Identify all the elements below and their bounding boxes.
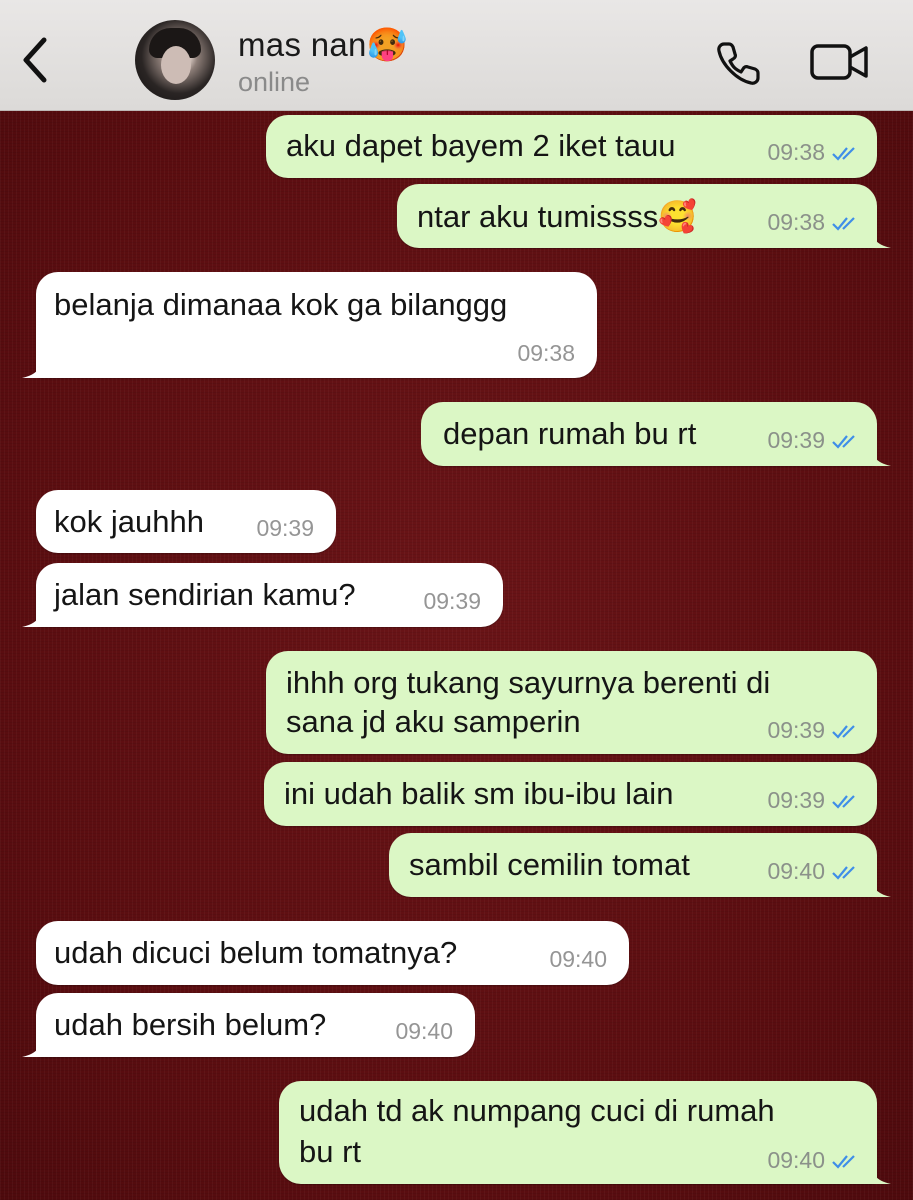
outgoing-message[interactable]: ihhh org tukang sayurnya berenti di sana… [266,651,877,754]
message-meta: 09:39 [256,515,314,542]
message-meta: 09:39 [767,787,861,814]
message-text: udah bersih belum? [54,1007,327,1042]
message-text: ini udah balik sm ibu-ibu lain [284,776,674,811]
avatar[interactable] [135,20,215,100]
message-text: jalan sendirian kamu? [54,577,356,612]
message-meta: 09:38 [767,139,861,166]
message-time: 09:39 [767,427,825,453]
message-time: 09:38 [767,139,825,165]
outgoing-message[interactable]: sambil cemilin tomat 09:40 [389,833,891,897]
bubble-tail [869,875,891,897]
bubble-tail [22,356,44,378]
message-text: aku dapet bayem 2 iket tauu [286,128,676,163]
message-meta: 09:39 [767,717,861,744]
message-time: 09:38 [767,209,825,235]
double-check-icon [832,865,855,880]
message-meta: 09:38 [517,340,575,367]
double-check-icon [832,146,855,161]
message-meta: 09:40 [549,946,607,973]
bubble-tail [869,1162,891,1184]
message-text: depan rumah bu rt [443,416,697,451]
message-meta: 09:40 [767,858,861,885]
bubble-tail [869,226,891,248]
chat-header: mas nan🥵 online [0,0,913,111]
message-text: udah dicuci belum tomatnya? [54,935,458,970]
incoming-message[interactable]: belanja dimanaa kok ga bilanggg 09:38 [22,272,597,378]
contact-name[interactable]: mas nan🥵 [238,26,408,65]
outgoing-message[interactable]: udah td ak numpang cuci di rumah bu rt 0… [279,1081,891,1184]
message-time: 09:40 [549,946,607,972]
outgoing-message[interactable]: depan rumah bu rt 09:39 [421,402,891,466]
incoming-message[interactable]: kok jauhhh 09:39 [36,490,336,553]
message-meta: 09:39 [423,588,481,615]
double-check-icon [832,724,855,739]
message-time: 09:38 [517,340,575,366]
message-text-line: sana jd aku samperin [286,704,581,739]
message-meta: 09:38 [767,209,861,236]
bubble-tail [869,444,891,466]
message-time: 09:40 [395,1018,453,1044]
bubble-tail [22,605,44,627]
message-time: 09:39 [767,787,825,813]
double-check-icon [832,216,855,231]
message-time: 09:39 [256,515,314,541]
video-camera-icon [810,44,868,80]
message-text-line: bu rt [299,1134,362,1169]
voice-call-button[interactable] [714,38,764,88]
double-check-icon [832,1154,855,1169]
message-time: 09:39 [767,717,825,743]
message-time: 09:40 [767,1147,825,1173]
message-text-line: ihhh org tukang sayurnya berenti di [286,665,771,700]
video-call-button[interactable] [808,40,872,84]
outgoing-message[interactable]: ini udah balik sm ibu-ibu lain 09:39 [264,762,877,826]
message-text: sambil cemilin tomat [409,847,690,882]
incoming-message[interactable]: jalan sendirian kamu? 09:39 [22,563,503,627]
double-check-icon [832,794,855,809]
outgoing-message[interactable]: aku dapet bayem 2 iket tauu 09:38 [266,115,877,178]
message-time: 09:39 [423,588,481,614]
message-time: 09:40 [767,858,825,884]
double-check-icon [832,434,855,449]
back-button[interactable] [14,30,62,88]
message-text: ntar aku tumissss🥰 [417,199,697,234]
message-text: belanja dimanaa kok ga bilanggg [54,287,508,322]
bubble-tail [22,1035,44,1057]
contact-status: online [238,67,311,97]
message-text-line: udah td ak numpang cuci di rumah [299,1093,775,1128]
incoming-message[interactable]: udah bersih belum? 09:40 [22,993,475,1057]
message-text: kok jauhhh [54,504,204,539]
message-meta: 09:40 [395,1018,453,1045]
chevron-left-icon [23,37,47,83]
message-meta: 09:39 [767,427,861,454]
message-meta: 09:40 [767,1147,861,1174]
phone-icon [717,42,760,85]
outgoing-message[interactable]: ntar aku tumissss🥰 09:38 [397,184,891,248]
incoming-message[interactable]: udah dicuci belum tomatnya? 09:40 [36,921,629,985]
